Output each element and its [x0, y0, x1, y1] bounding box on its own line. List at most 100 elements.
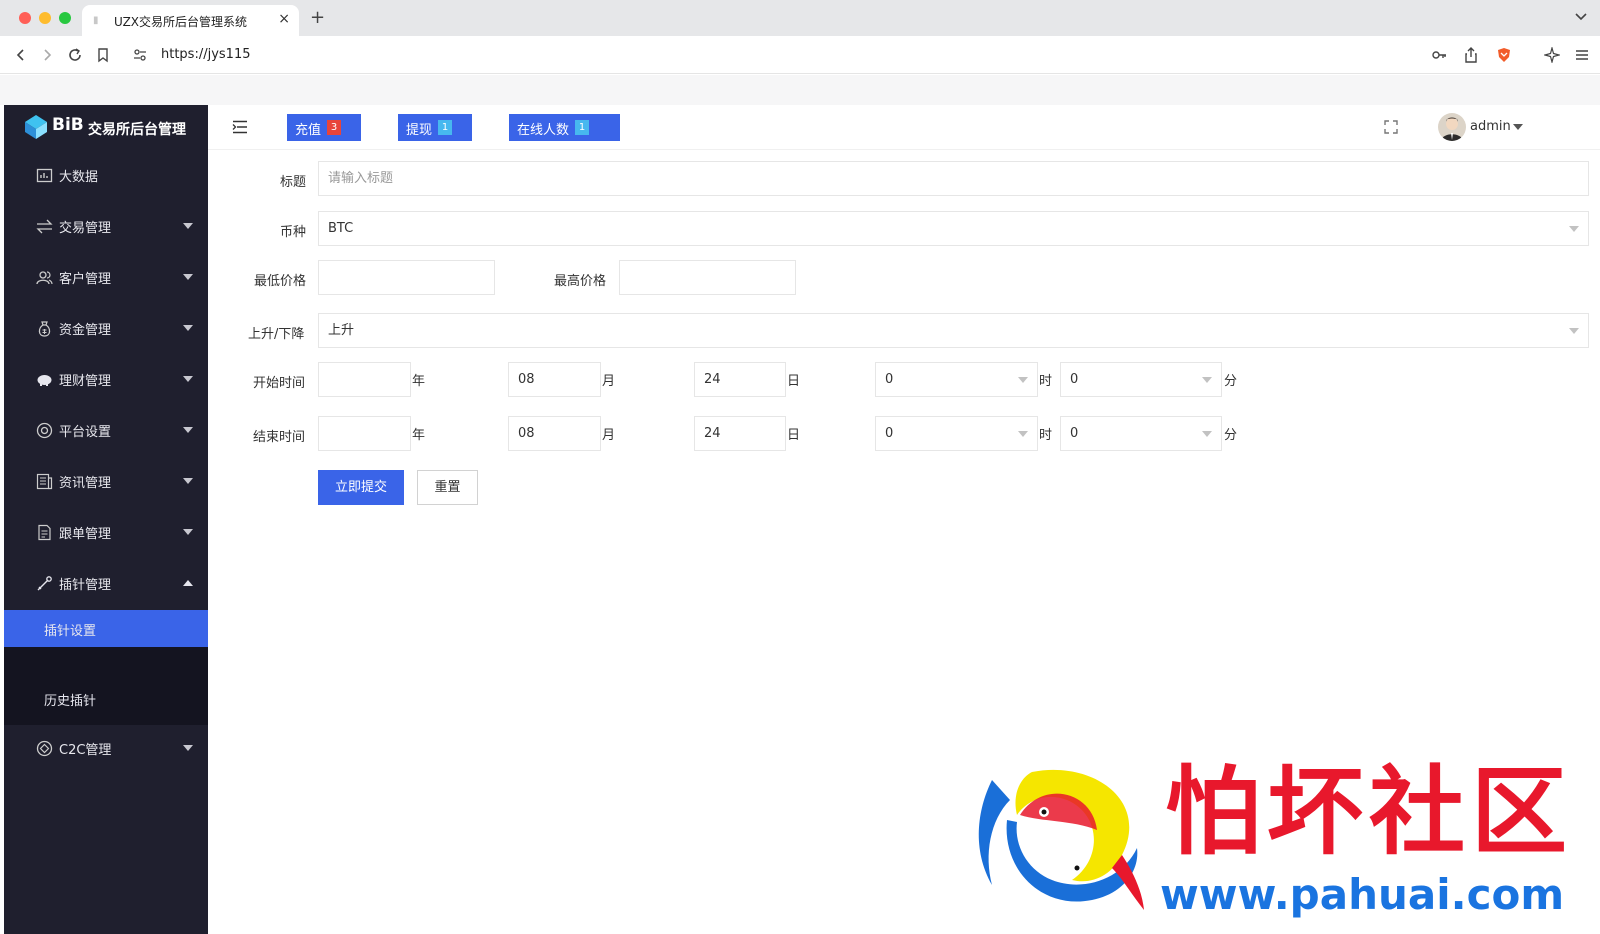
start-hour-select[interactable]: 0	[875, 362, 1038, 397]
minimize-window-button[interactable]	[39, 12, 51, 24]
sidebar-subitem-label: 插针设置	[44, 624, 97, 639]
caret-down-icon	[1569, 328, 1579, 334]
caret-down-icon	[1202, 377, 1212, 383]
sidebar-item-big-data[interactable]: 大数据	[4, 149, 208, 200]
collapse-menu-icon[interactable]	[232, 120, 248, 134]
reset-button[interactable]: 重置	[417, 470, 478, 505]
avatar[interactable]	[1438, 113, 1466, 141]
end-hour-value: 0	[885, 426, 894, 441]
direction-value: 上升	[328, 323, 355, 338]
end-hour-select[interactable]: 0	[875, 416, 1038, 451]
sidebar-item-label: C2C管理	[59, 743, 112, 758]
tab-title: UZX交易所后台管理系统	[114, 15, 248, 29]
withdraw-count-badge: 1	[438, 120, 452, 135]
caret-down-icon	[1569, 226, 1579, 232]
user-menu-caret-icon[interactable]	[1513, 124, 1523, 130]
piggy-bank-icon	[37, 375, 52, 386]
sidebar-item-wealth[interactable]: 理财管理	[4, 353, 208, 404]
sidebar-subitem-needle-settings[interactable]: 插针设置	[4, 610, 208, 647]
sidebar-subitem-needle-history[interactable]: 历史插针	[4, 680, 208, 717]
caret-down-icon	[1202, 431, 1212, 437]
min-price-input[interactable]	[318, 260, 495, 295]
sidebar-item-label: 客户管理	[59, 272, 112, 287]
browser-tabstrip: ▮ UZX交易所后台管理系统 × +	[0, 0, 1600, 36]
year-unit: 年	[412, 428, 426, 443]
sidebar-subitem-label: 历史插针	[44, 694, 97, 709]
max-price-label: 最高价格	[554, 274, 607, 289]
money-bag-icon	[38, 321, 51, 337]
currency-select[interactable]: BTC	[318, 211, 1589, 246]
online-users-button[interactable]: 在线人数 1	[509, 114, 620, 141]
sidebar-item-label: 理财管理	[59, 374, 112, 389]
day-unit: 日	[787, 428, 801, 443]
close-window-button[interactable]	[19, 12, 31, 24]
brand-name: BiB	[52, 115, 84, 135]
sidebar-item-customers[interactable]: 客户管理	[4, 251, 208, 302]
sidebar-item-platform-settings[interactable]: 平台设置	[4, 404, 208, 455]
menu-icon[interactable]	[1574, 47, 1590, 63]
sidebar-item-trade[interactable]: 交易管理	[4, 200, 208, 251]
exchange-icon	[36, 219, 53, 234]
year-unit: 年	[412, 374, 426, 389]
reload-icon[interactable]	[67, 47, 83, 63]
document-icon	[38, 524, 51, 541]
sidebar-item-copy-trading[interactable]: 跟单管理	[4, 506, 208, 557]
sidebar-item-funds[interactable]: 资金管理	[4, 302, 208, 353]
sidebar-item-label: 大数据	[59, 170, 99, 185]
address-bar[interactable]: https://jys115	[161, 47, 251, 62]
start-day-input[interactable]	[694, 362, 786, 397]
sidebar-item-label: 资金管理	[59, 323, 112, 338]
sidebar-item-needle-management[interactable]: 插针管理	[4, 557, 208, 608]
end-month-input[interactable]	[508, 416, 601, 451]
recharge-label: 充值	[295, 123, 322, 138]
tab-list-chevron-icon[interactable]	[1574, 9, 1588, 23]
share-icon[interactable]	[1463, 47, 1479, 63]
chart-icon	[36, 168, 53, 183]
caret-down-icon	[183, 223, 193, 229]
news-icon	[36, 473, 53, 490]
ai-sparkle-icon[interactable]	[1544, 47, 1560, 63]
withdraw-button[interactable]: 提现 1	[398, 114, 472, 141]
site-settings-icon[interactable]	[132, 47, 148, 63]
start-year-input[interactable]	[318, 362, 411, 397]
brave-shield-icon[interactable]	[1496, 47, 1512, 63]
watermark-url: www.pahuai.com	[1160, 870, 1565, 919]
end-year-input[interactable]	[318, 416, 411, 451]
caret-down-icon	[183, 274, 193, 280]
caret-down-icon	[1018, 377, 1028, 383]
minute-unit: 分	[1224, 428, 1238, 443]
bookmark-icon[interactable]	[95, 47, 111, 63]
direction-select[interactable]: 上升	[318, 313, 1589, 348]
sidebar-item-c2c[interactable]: C2C管理	[4, 722, 208, 773]
end-minute-value: 0	[1070, 426, 1079, 441]
back-icon[interactable]	[13, 47, 29, 63]
sidebar-item-label: 跟单管理	[59, 527, 112, 542]
top-header: 充值 3 提现 1 在线人数 1 admin	[208, 105, 1600, 150]
users-icon	[36, 271, 53, 285]
caret-down-icon	[183, 478, 193, 484]
forward-icon[interactable]	[39, 47, 55, 63]
start-minute-select[interactable]: 0	[1060, 362, 1222, 397]
sidebar-item-news[interactable]: 资讯管理	[4, 455, 208, 506]
username[interactable]: admin	[1470, 119, 1511, 134]
browser-tab[interactable]: ▮ UZX交易所后台管理系统 ×	[82, 5, 299, 36]
max-price-input[interactable]	[619, 260, 796, 295]
start-month-input[interactable]	[508, 362, 601, 397]
fullscreen-icon[interactable]	[1384, 120, 1398, 134]
sidebar-item-label: 插针管理	[59, 578, 112, 593]
recharge-button[interactable]: 充值 3	[287, 114, 361, 141]
minute-unit: 分	[1224, 374, 1238, 389]
brand-title: 交易所后台管理	[88, 122, 186, 138]
min-price-label: 最低价格	[254, 274, 307, 289]
close-tab-icon[interactable]: ×	[278, 11, 290, 27]
maximize-window-button[interactable]	[59, 12, 71, 24]
submit-button[interactable]: 立即提交	[318, 470, 404, 505]
end-minute-select[interactable]: 0	[1060, 416, 1222, 451]
title-input[interactable]	[318, 161, 1589, 196]
hour-unit: 时	[1039, 374, 1053, 389]
new-tab-button[interactable]: +	[310, 7, 325, 28]
key-icon[interactable]	[1431, 47, 1447, 63]
end-day-input[interactable]	[694, 416, 786, 451]
logo-icon	[25, 115, 47, 139]
brand[interactable]: BiB 交易所后台管理	[4, 105, 208, 150]
